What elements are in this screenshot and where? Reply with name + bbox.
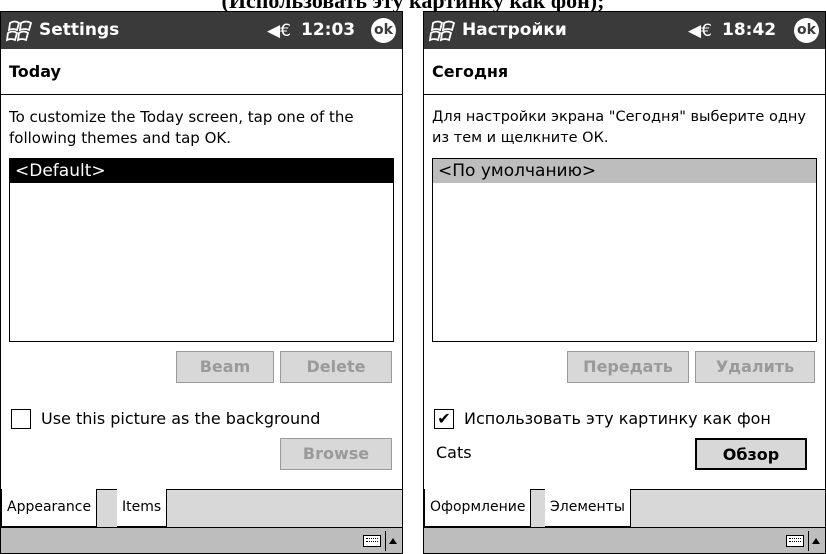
picture-name: Cats	[436, 443, 472, 462]
divider	[385, 531, 386, 551]
page-title: Today	[9, 62, 61, 81]
tab-bar: Appearance Items	[1, 489, 402, 528]
divider	[1, 94, 402, 95]
arrow-up-icon[interactable]	[389, 538, 397, 544]
window-title: Настройки	[462, 20, 567, 40]
page-title: Сегодня	[432, 62, 509, 81]
background-checkbox[interactable]	[11, 409, 31, 429]
menu-bar	[1, 527, 402, 553]
tab-bar: Оформление Элементы	[424, 489, 825, 528]
windows-flag-icon[interactable]	[429, 17, 457, 45]
clock[interactable]: 18:42	[722, 20, 776, 40]
delete-button[interactable]: Удалить	[695, 351, 815, 383]
theme-list[interactable]: <По умолчанию>	[432, 158, 817, 342]
tab-appearance[interactable]: Оформление	[424, 489, 532, 527]
browse-button[interactable]: Browse	[280, 438, 392, 470]
beam-button[interactable]: Передать	[567, 351, 689, 383]
keyboard-icon[interactable]	[363, 535, 381, 547]
ok-button[interactable]: ok	[371, 18, 396, 43]
windows-flag-icon[interactable]	[6, 17, 34, 45]
background-checkbox[interactable]: ✔	[434, 409, 454, 429]
clock[interactable]: 12:03	[301, 20, 355, 40]
tab-items[interactable]: Items	[117, 489, 168, 527]
title-bar: Настройки ◀€ 18:42 ok	[424, 12, 825, 49]
checkbox-label[interactable]: Use this picture as the background	[41, 409, 320, 428]
keyboard-icon[interactable]	[786, 535, 804, 547]
instructions-text: Для настройки экрана "Сегодня" выберите …	[432, 109, 806, 146]
title-bar: Settings ◀€ 12:03 ok	[1, 12, 402, 49]
speaker-icon[interactable]: ◀€	[267, 21, 291, 41]
browse-button[interactable]: Обзор	[695, 438, 807, 470]
speaker-icon[interactable]: ◀€	[688, 21, 712, 41]
settings-screen-english: Settings ◀€ 12:03 ok Today To customize …	[0, 11, 403, 554]
settings-screen-russian: Настройки ◀€ 18:42 ok Сегодня Для настро…	[423, 11, 826, 554]
window-title: Settings	[39, 20, 120, 40]
list-item[interactable]: <По умолчанию>	[433, 159, 816, 183]
delete-button[interactable]: Delete	[280, 351, 392, 383]
tab-items[interactable]: Элементы	[545, 489, 631, 527]
theme-list[interactable]: <Default>	[9, 158, 394, 342]
beam-button[interactable]: Beam	[176, 351, 274, 383]
list-item[interactable]: <Default>	[10, 159, 393, 183]
arrow-up-icon[interactable]	[812, 538, 820, 544]
menu-bar	[424, 527, 825, 553]
checkbox-label[interactable]: Использовать эту картинку как фон	[464, 409, 771, 428]
instructions-text: To customize the Today screen, tap one o…	[9, 108, 354, 147]
divider	[424, 94, 825, 95]
divider	[808, 531, 809, 551]
tab-appearance[interactable]: Appearance	[1, 489, 98, 527]
ok-button[interactable]: ok	[794, 18, 819, 43]
